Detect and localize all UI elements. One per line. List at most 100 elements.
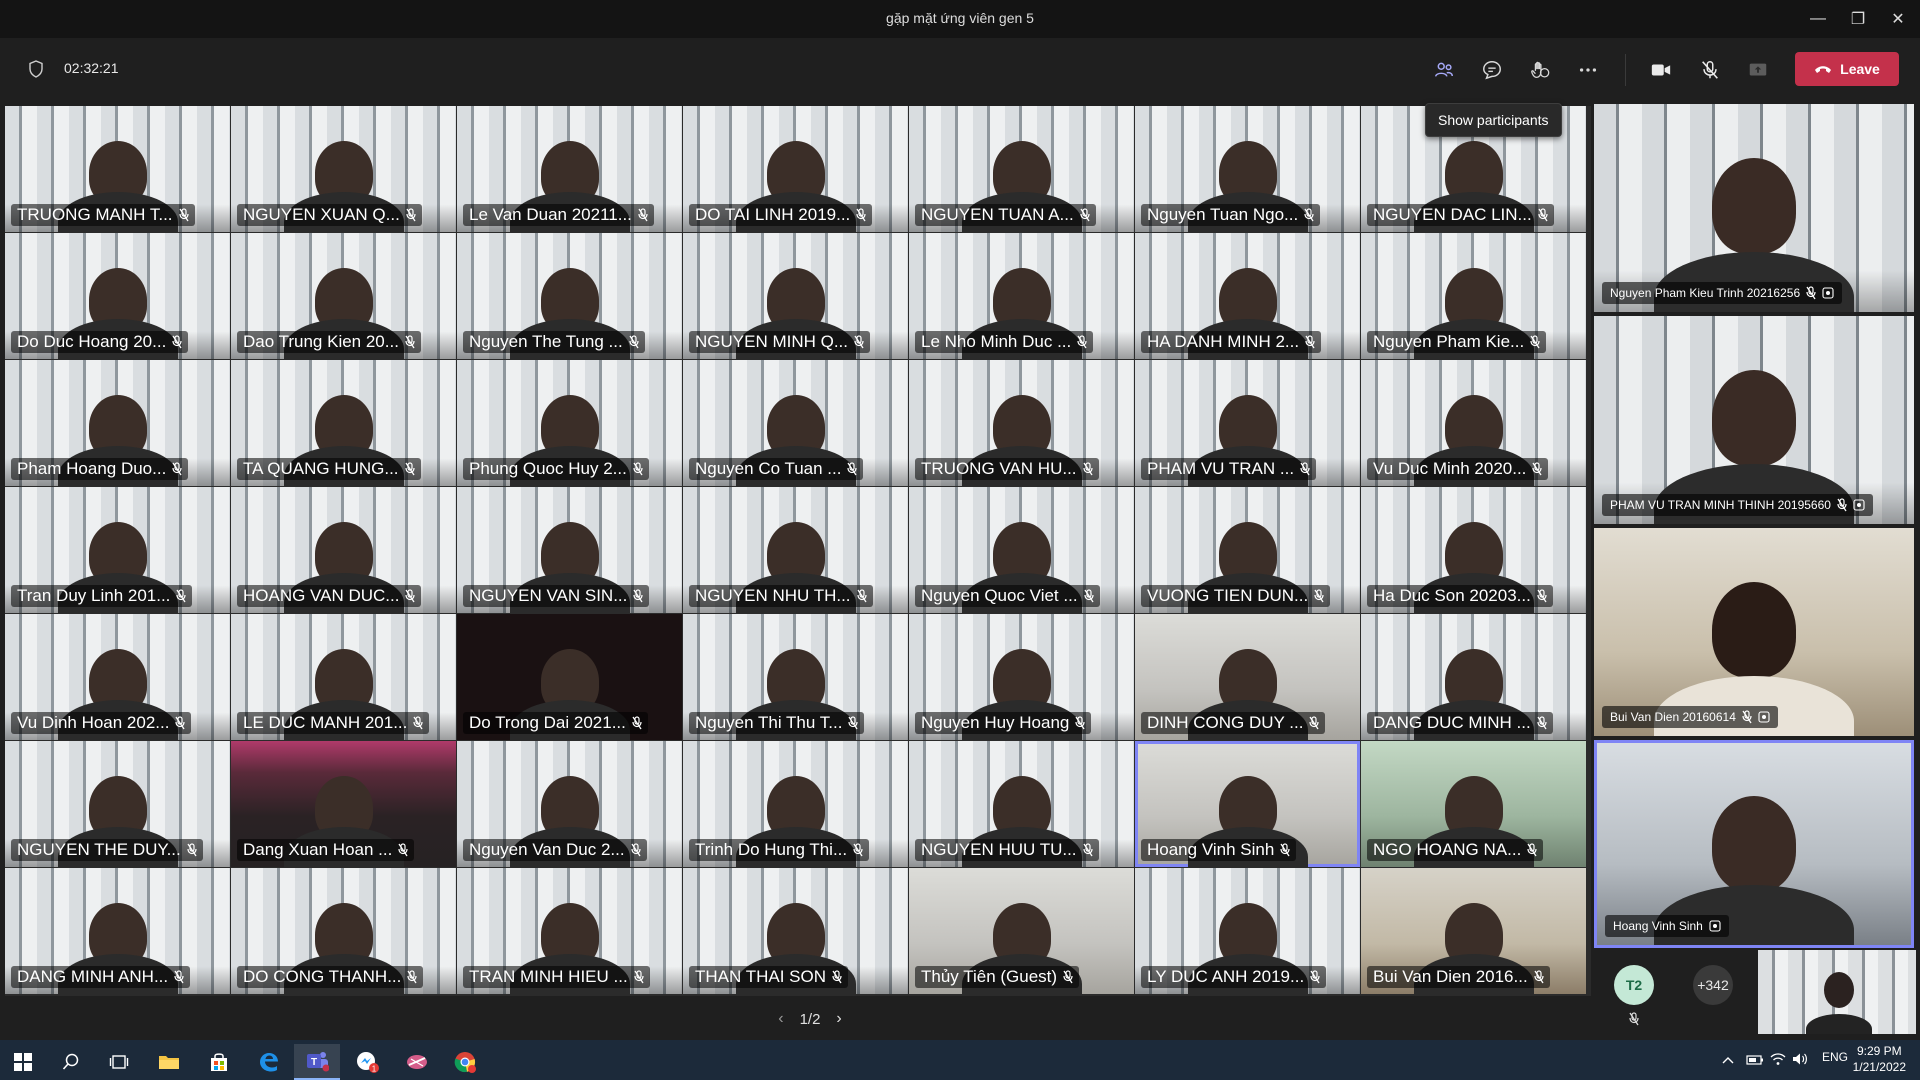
participant-video[interactable]: PHAM VU TRAN ... [1135,360,1360,486]
participant-name-label: NGO HOANG NA... [1367,839,1544,861]
teams-button[interactable]: T [294,1044,340,1080]
participant-video[interactable]: TRUONG MANH T... [5,106,230,232]
chrome-button[interactable] [442,1044,488,1080]
participant-avatar[interactable]: T2 [1614,965,1654,1005]
participant-video[interactable]: Do Trong Dai 2021... [457,614,682,740]
participant-video[interactable]: NGUYEN NHU TH... [683,487,908,613]
participant-video[interactable]: DINH CONG DUY ... [1135,614,1360,740]
share-button[interactable] [1740,52,1776,88]
participant-video[interactable]: VUONG TIEN DUN... [1135,487,1360,613]
reactions-button[interactable] [1522,52,1558,88]
participant-video[interactable]: Nguyen Thi Thu T... [683,614,908,740]
self-view-video[interactable] [1758,950,1916,1034]
participant-video[interactable]: DANG MINH ANH... [5,868,230,994]
mic-off-icon [1532,462,1543,476]
participant-video[interactable]: Bui Van Dien 20160614 [1594,528,1914,736]
active-speaker-video[interactable]: Hoang Vinh Sinh [1594,740,1914,948]
participant-name-label: HA DANH MINH 2... [1141,331,1322,353]
participant-video[interactable]: Nguyen Tuan Ngo... [1135,106,1360,232]
previous-page-button[interactable]: ‹ [778,1010,783,1028]
participant-video[interactable]: Bui Van Dien 2016... [1361,868,1586,994]
more-participants-button[interactable]: +342 [1693,965,1733,1005]
participant-name-label: Tran Duy Linh 201... [11,585,193,607]
next-page-button[interactable]: › [836,1010,841,1028]
participant-video[interactable]: NGUYEN TUAN A... [909,106,1134,232]
search-button[interactable] [48,1044,94,1080]
participant-video[interactable]: LE DUC MANH 201... [231,614,456,740]
participant-video[interactable]: Nguyen Quoc Viet ... [909,487,1134,613]
participant-name-label: HOANG VAN DUC... [237,585,422,607]
participant-video[interactable]: Le Nho Minh Duc ... [909,233,1134,359]
participant-video[interactable]: Le Van Duan 20211... [457,106,682,232]
participant-video[interactable]: Nguyen The Tung ... [457,233,682,359]
participant-name-label: PHAM VU TRAN MINH THINH 20195660 [1602,494,1873,516]
chat-button[interactable] [1474,52,1510,88]
participant-video[interactable]: Vu Duc Minh 2020... [1361,360,1586,486]
participant-name: Vu Duc Minh 2020... [1373,459,1527,478]
participant-video[interactable]: TRAN MINH HIEU ... [457,868,682,994]
participant-name-label: DO CONG THANH... [237,966,424,988]
participant-video[interactable]: Nguyen Pham Kieu Trinh 20216256 [1594,104,1914,312]
participant-video[interactable]: LY DUC ANH 2019... [1135,868,1360,994]
participant-video[interactable]: Dang Xuan Hoan ... [231,741,456,867]
participant-name: Ha Duc Son 20203... [1373,586,1531,605]
participant-video[interactable]: Hoang Vinh Sinh [1135,741,1360,867]
wifi-icon[interactable] [1770,1052,1786,1066]
participant-video[interactable]: Ha Duc Son 20203... [1361,487,1586,613]
chevron-up-icon[interactable] [1722,1055,1734,1065]
participant-video[interactable]: NGUYEN VAN SIN... [457,487,682,613]
edge-icon [260,1053,278,1072]
participant-video[interactable]: DANG DUC MINH ... [1361,614,1586,740]
participant-video[interactable]: DO TAI LINH 2019... [683,106,908,232]
chat-app-button[interactable]: 1 [344,1044,390,1080]
participant-video[interactable]: Nguyen Van Duc 2... [457,741,682,867]
participant-video[interactable]: TA QUANG HUNG... [231,360,456,486]
participant-video[interactable]: NGUYEN HUU TU... [909,741,1134,867]
participant-video[interactable]: HOANG VAN DUC... [231,487,456,613]
participant-video[interactable]: Nguyen Pham Kie... [1361,233,1586,359]
camera-button[interactable] [1643,52,1679,88]
store-button[interactable] [196,1044,242,1080]
task-view-button[interactable] [96,1044,142,1080]
mic-button[interactable] [1692,52,1728,88]
participant-video[interactable]: HA DANH MINH 2... [1135,233,1360,359]
participant-video[interactable]: NGO HOANG NA... [1361,741,1586,867]
participant-video[interactable]: Pham Hoang Duo... [5,360,230,486]
participant-video[interactable]: PHAM VU TRAN MINH THINH 20195660 [1594,316,1914,524]
messenger-icon: 1 [357,1052,379,1074]
participant-video[interactable]: Tran Duy Linh 201... [5,487,230,613]
close-button[interactable]: ✕ [1874,0,1920,38]
participant-video[interactable]: Nguyen Huy Hoang [909,614,1134,740]
participant-video[interactable]: TRUONG VAN HU... [909,360,1134,486]
self-silhouette [1824,972,1854,1008]
participants-button[interactable] [1426,52,1462,88]
participant-video[interactable]: NGUYEN XUAN Q... [231,106,456,232]
mic-off-icon [1309,716,1320,730]
participant-video[interactable]: NGUYEN THE DUY... [5,741,230,867]
participant-video[interactable]: Phung Quoc Huy 2... [457,360,682,486]
leave-button[interactable]: Leave [1795,52,1899,86]
participant-name-label: VUONG TIEN DUN... [1141,585,1331,607]
start-button[interactable] [0,1044,46,1080]
more-options-button[interactable] [1570,52,1606,88]
participant-video[interactable]: THAN THAI SON [683,868,908,994]
volume-icon[interactable] [1792,1052,1808,1066]
participant-video[interactable]: DO CONG THANH... [231,868,456,994]
participant-video[interactable]: Dao Trung Kien 20... [231,233,456,359]
participant-video[interactable]: Do Duc Hoang 20... [5,233,230,359]
file-explorer-button[interactable] [146,1044,192,1080]
participant-video[interactable]: Vu Dinh Hoan 202... [5,614,230,740]
participant-video[interactable]: Nguyen Co Tuan ... [683,360,908,486]
participant-video[interactable]: Thủy Tiên (Guest) [909,868,1134,994]
mic-off-icon [1837,498,1847,512]
participant-name-label: Pham Hoang Duo... [11,458,189,480]
edge-button[interactable] [246,1044,292,1080]
system-clock[interactable]: 9:29 PM 1/21/2022 [1853,1043,1906,1075]
mic-off-icon [629,335,639,349]
participant-video[interactable]: Trinh Do Hung Thi... [683,741,908,867]
input-language[interactable]: ENG [1822,1050,1848,1064]
battery-icon[interactable] [1746,1054,1764,1066]
shield-icon[interactable] [28,60,44,78]
participant-video[interactable]: NGUYEN MINH Q... [683,233,908,359]
snip-tool-button[interactable] [394,1044,440,1080]
